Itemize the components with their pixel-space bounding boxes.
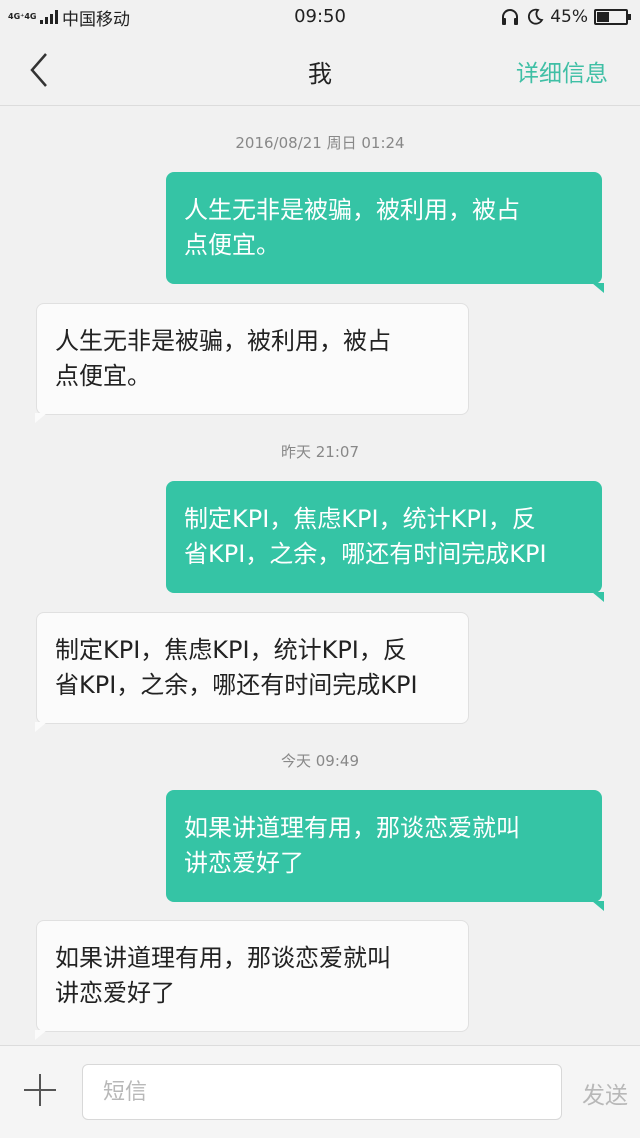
send-button[interactable]: 发送 [582, 1076, 628, 1110]
message-line: 省KPI，之余，哪还有时间完成KPI [184, 540, 547, 568]
message-line: 点便宜。 [55, 362, 151, 390]
received-message[interactable]: 人生无非是被骗，被利用，被占 点便宜。 [35, 303, 469, 423]
message-input[interactable] [82, 1064, 562, 1120]
timestamp: 今天 09:49 [281, 752, 359, 770]
moon-icon [528, 8, 544, 25]
received-message[interactable]: 如果讲道理有用，那谈恋爱就叫 讲恋爱好了 [35, 920, 469, 1040]
message-line: 讲恋爱好了 [55, 979, 175, 1007]
received-message[interactable]: 制定KPI，焦虑KPI，统计KPI，反 省KPI，之余，哪还有时间完成KPI [35, 612, 469, 732]
message-list[interactable]: 2016/08/21 周日 01:24 人生无非是被骗，被利用，被占 点便宜。 … [0, 107, 640, 1045]
detail-info-button[interactable]: 详细信息 [516, 54, 608, 88]
message-line: 如果讲道理有用，那谈恋爱就叫 [55, 944, 391, 972]
message-line: 讲恋爱好了 [184, 849, 304, 877]
battery-percent: 45% [550, 7, 588, 27]
sent-message[interactable]: 人生无非是被骗，被利用，被占 点便宜。 [166, 172, 604, 293]
sent-message[interactable]: 制定KPI，焦虑KPI，统计KPI，反 省KPI，之余，哪还有时间完成KPI [166, 481, 604, 602]
conversation-header: 我 详细信息 [0, 34, 640, 106]
message-line: 点便宜。 [184, 231, 280, 259]
timestamp: 昨天 21:07 [281, 443, 359, 461]
battery-level [597, 12, 609, 22]
message-line: 省KPI，之余，哪还有时间完成KPI [55, 671, 418, 699]
plus-icon[interactable] [20, 1070, 60, 1110]
sent-message[interactable]: 如果讲道理有用，那谈恋爱就叫 讲恋爱好了 [166, 790, 604, 911]
message-line: 如果讲道理有用，那谈恋爱就叫 [184, 814, 520, 842]
compose-bar: 发送 [0, 1045, 640, 1138]
battery-icon [594, 9, 631, 25]
headphone-icon [502, 9, 519, 25]
message-line: 制定KPI，焦虑KPI，统计KPI，反 [184, 505, 536, 533]
message-line: 人生无非是被骗，被利用，被占 [184, 196, 520, 224]
timestamp: 2016/08/21 周日 01:24 [235, 134, 405, 152]
message-line: 人生无非是被骗，被利用，被占 [55, 327, 391, 355]
status-right: 45% [500, 5, 631, 29]
status-bar: 4G⁺4G 中国移动 09:50 45% [0, 0, 640, 34]
message-line: 制定KPI，焦虑KPI，统计KPI，反 [55, 636, 407, 664]
